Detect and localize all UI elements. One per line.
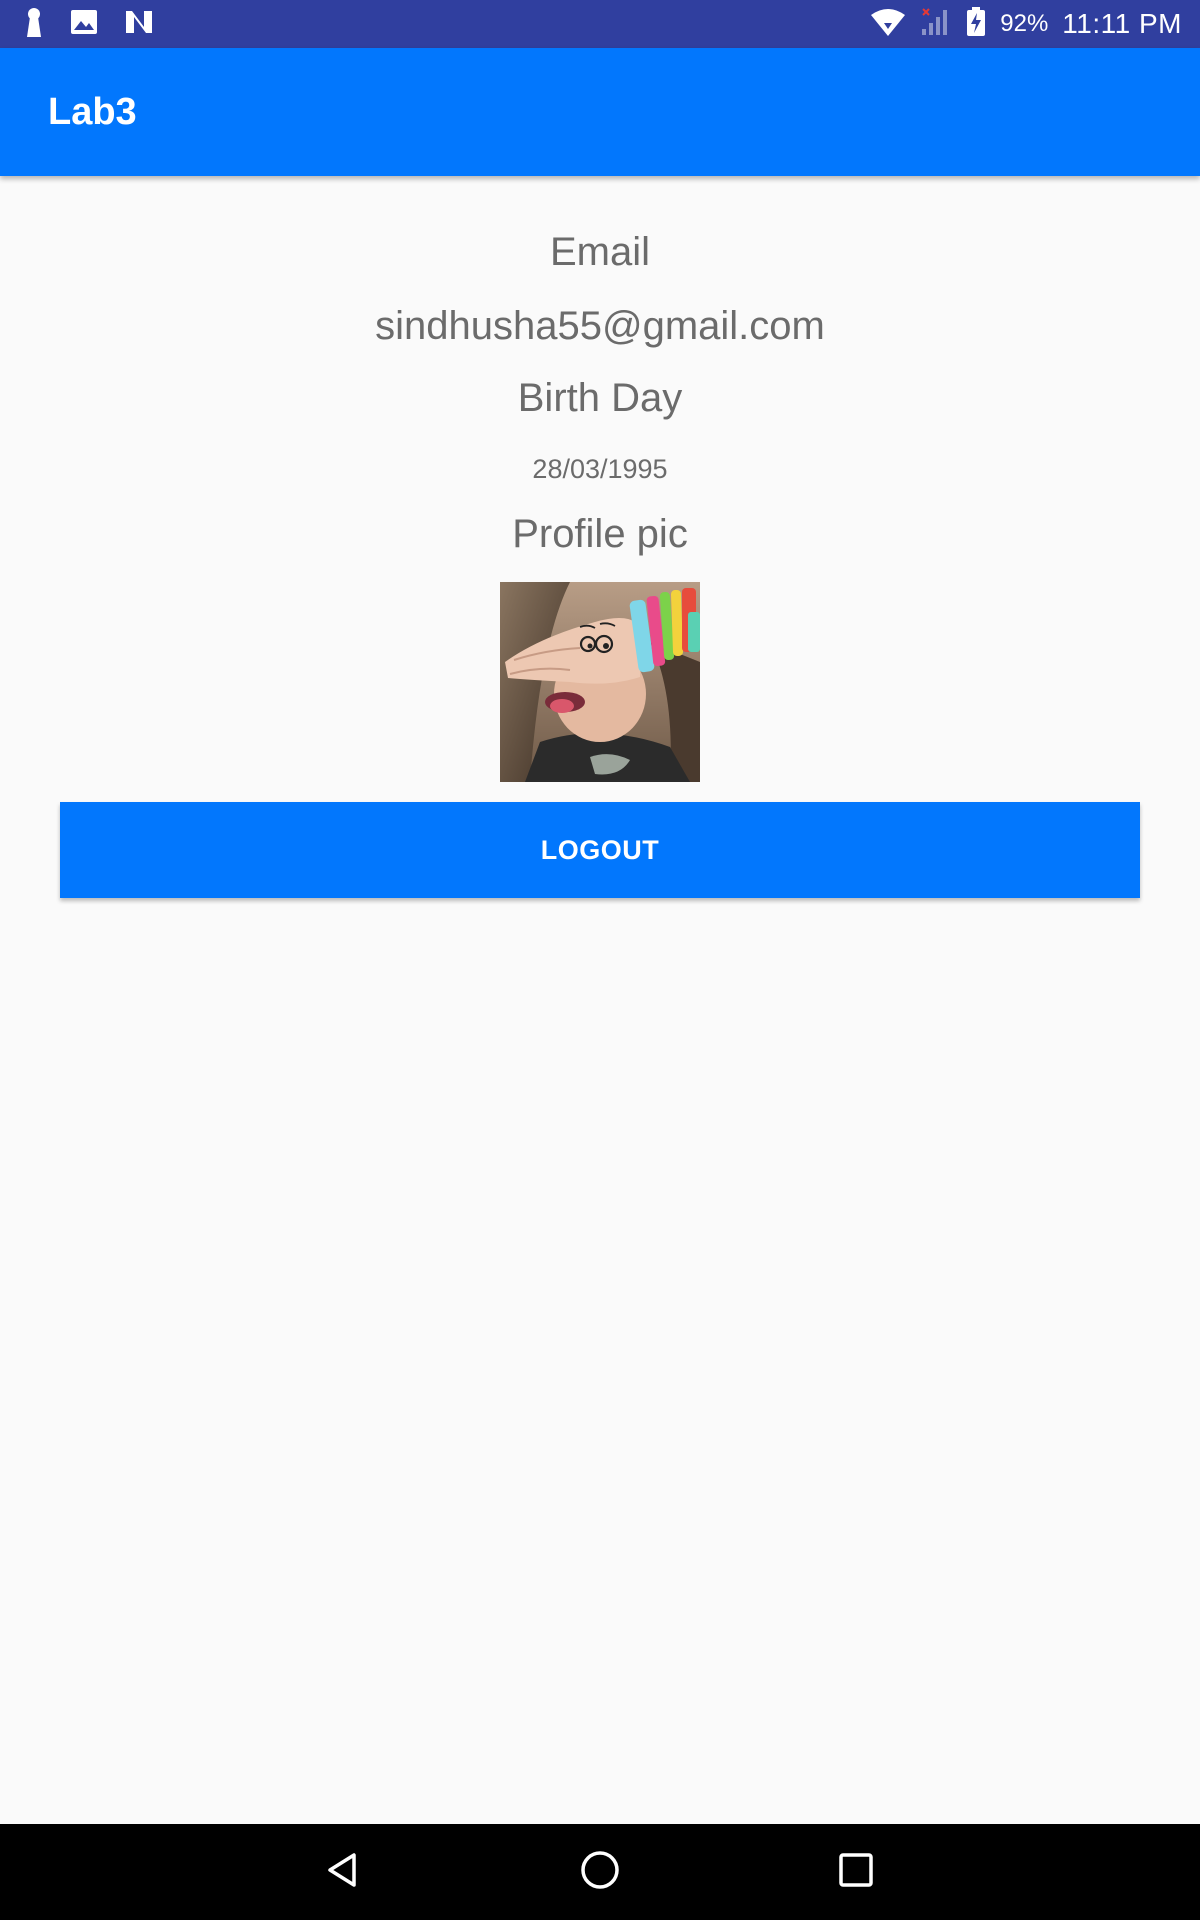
recents-icon [836, 1850, 876, 1895]
app-title: Lab3 [48, 91, 137, 133]
recents-button[interactable] [808, 1824, 904, 1920]
battery-percentage: 92% [1000, 10, 1049, 37]
wifi-icon [870, 7, 906, 42]
home-icon [578, 1848, 622, 1897]
navigation-bar [0, 1824, 1200, 1920]
image-notification-icon [70, 9, 98, 40]
back-icon [324, 1850, 364, 1895]
n-notification-icon [124, 9, 154, 40]
cell-signal-icon [920, 7, 952, 42]
system-status: 92% 11:11 PM [870, 0, 1182, 48]
battery-charging-icon [966, 6, 986, 42]
back-button[interactable] [296, 1824, 392, 1920]
email-value: sindhusha55@gmail.com [375, 304, 825, 348]
profile-picture [500, 582, 700, 782]
birthday-value: 28/03/1995 [532, 454, 668, 484]
profile-pic-label: Profile pic [512, 512, 688, 556]
keyhole-notification-icon [24, 7, 44, 42]
status-bar: 92% 11:11 PM [0, 0, 1200, 48]
profile-content: Email sindhusha55@gmail.com Birth Day 28… [0, 176, 1200, 1824]
notification-icons [24, 7, 154, 42]
clock: 11:11 PM [1062, 8, 1182, 39]
birthday-label: Birth Day [517, 376, 683, 420]
app-bar: Lab3 [0, 48, 1200, 176]
home-button[interactable] [552, 1824, 648, 1920]
email-label: Email [549, 230, 651, 274]
logout-button[interactable]: LOGOUT [60, 802, 1140, 898]
